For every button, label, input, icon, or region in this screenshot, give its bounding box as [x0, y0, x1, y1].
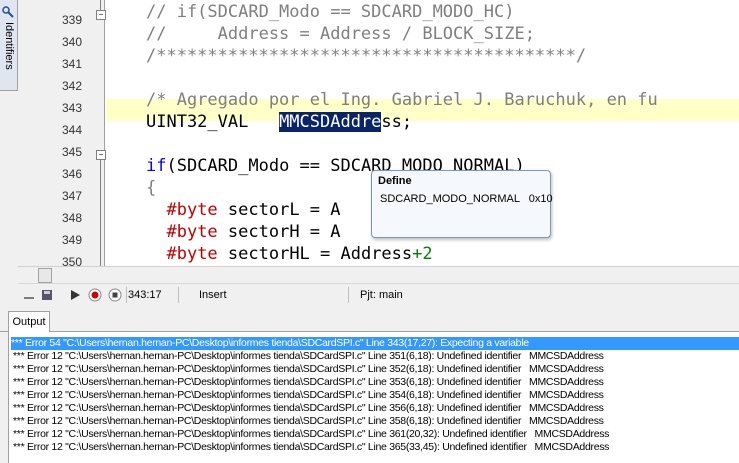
line-number: 348 — [61, 211, 82, 225]
status-separator — [178, 287, 179, 303]
output-line[interactable]: *** Error 12 "C:\Users\hernan.hernan-PC\… — [13, 376, 604, 389]
code-token: UINT32_VAL — [146, 112, 280, 132]
output-line[interactable]: *** Error 12 "C:\Users\hernan.hernan-PC\… — [13, 350, 604, 363]
selected-text: MMCSDAddre — [279, 112, 382, 132]
code-token: #byte — [166, 200, 218, 220]
code-token: #byte — [166, 222, 218, 242]
gutter-divider — [104, 0, 105, 266]
code-token: sectorL = A — [217, 200, 341, 220]
identifiers-tab-label: Identifiers — [3, 22, 15, 70]
line-number: 347 — [61, 189, 82, 203]
line-number: 344 — [61, 123, 82, 137]
tab-output[interactable]: Output — [8, 311, 50, 332]
output-line[interactable]: *** Error 54 "C:\Users\hernan.hernan-PC\… — [11, 337, 739, 350]
tooltip-body: SDCARD_MODO_NORMAL 0x10 — [380, 193, 553, 205]
code-line[interactable]: UINT32_VAL MMCSDAddress; — [146, 111, 412, 133]
save-icon[interactable] — [40, 288, 54, 302]
code-line[interactable]: #byte sectorL = A — [146, 199, 341, 221]
output-line[interactable]: *** Error 12 "C:\Users\hernan.hernan-PC\… — [13, 415, 604, 428]
identifiers-side-tab[interactable]: Identifiers — [0, 0, 18, 91]
code-line[interactable]: // if(SDCARD_Modo == SDCARD_MODO_HC) — [146, 1, 514, 23]
code-token: { — [146, 178, 157, 198]
stop-icon[interactable] — [108, 288, 122, 302]
fold-guide — [100, 160, 101, 266]
output-line[interactable]: *** Error 12 "C:\Users\hernan.hernan-PC\… — [13, 363, 604, 376]
code-line[interactable]: // Address = Address / BLOCK_SIZE; — [146, 23, 535, 45]
output-line[interactable]: *** Error 12 "C:\Users\hernan.hernan-PC\… — [13, 389, 604, 402]
tooltip-title: Define — [378, 175, 412, 187]
output-panel[interactable]: *** Error 54 "C:\Users\hernan.hernan-PC\… — [8, 332, 739, 463]
line-number: 350 — [61, 255, 82, 266]
define-tooltip: Define SDCARD_MODO_NORMAL 0x10 — [371, 170, 553, 238]
line-number: 345 — [61, 145, 82, 159]
output-panel-header: Output — [0, 309, 739, 332]
output-line[interactable]: *** Error 12 "C:\Users\hernan.hernan-PC\… — [13, 441, 609, 454]
scrollbar-thumb[interactable] — [38, 268, 52, 283]
output-line[interactable]: *** Error 12 "C:\Users\hernan.hernan-PC\… — [13, 428, 609, 441]
code-line[interactable]: /***************************************… — [146, 45, 586, 67]
code-line[interactable]: #byte sectorHL = Address+2 — [146, 243, 433, 265]
code-token: sectorHL = Address — [217, 244, 413, 264]
code-line[interactable]: /* Agregado por el Ing. Gabriel J. Baruc… — [146, 89, 658, 111]
code-token: /* Agregado por el Ing. Gabriel J. Baruc… — [146, 90, 658, 110]
line-number: 342 — [61, 79, 82, 93]
cursor-position: 343:17 — [128, 289, 162, 301]
line-number: 340 — [61, 35, 82, 49]
line-number: 349 — [61, 233, 82, 247]
fold-marker[interactable]: − — [96, 150, 106, 160]
insert-mode: Insert — [199, 289, 227, 301]
code-editor[interactable]: 339 340 341 342 343 344 345 346 347 348 349 350 // … — [18, 0, 739, 266]
identifiers-icon — [2, 6, 14, 18]
line-number: 341 — [61, 57, 82, 71]
editor-status-bar: 343:17 Insert Pjt: main — [18, 283, 739, 306]
status-separator — [126, 287, 127, 303]
code-token: +2 — [412, 244, 433, 264]
line-number: 346 — [61, 167, 82, 181]
minimize-icon[interactable] — [22, 288, 36, 302]
code-token: if — [146, 156, 167, 176]
play-icon[interactable] — [68, 288, 82, 302]
code-token: // if(SDCARD_Modo == SDCARD_MODO_HC) — [146, 2, 515, 22]
record-icon[interactable] — [88, 288, 102, 302]
output-line[interactable]: *** Error 12 "C:\Users\hernan.hernan-PC\… — [13, 402, 604, 415]
line-number: 343 — [61, 101, 82, 115]
code-token: /***************************************… — [146, 46, 587, 66]
code-line[interactable]: { — [146, 177, 156, 199]
project-name: Pjt: main — [360, 289, 403, 301]
fold-guide — [100, 0, 101, 10]
status-separator — [348, 287, 349, 303]
code-token: // Address = Address / BLOCK_SIZE; — [146, 24, 535, 44]
code-line[interactable]: #byte sectorH = A — [146, 221, 341, 243]
fold-marker[interactable]: − — [96, 10, 106, 20]
code-token: sectorH = A — [217, 222, 341, 242]
code-token: #byte — [166, 244, 218, 264]
horizontal-scrollbar[interactable] — [18, 266, 739, 284]
line-number: 339 — [61, 13, 82, 27]
code-token: ss; — [381, 112, 413, 132]
